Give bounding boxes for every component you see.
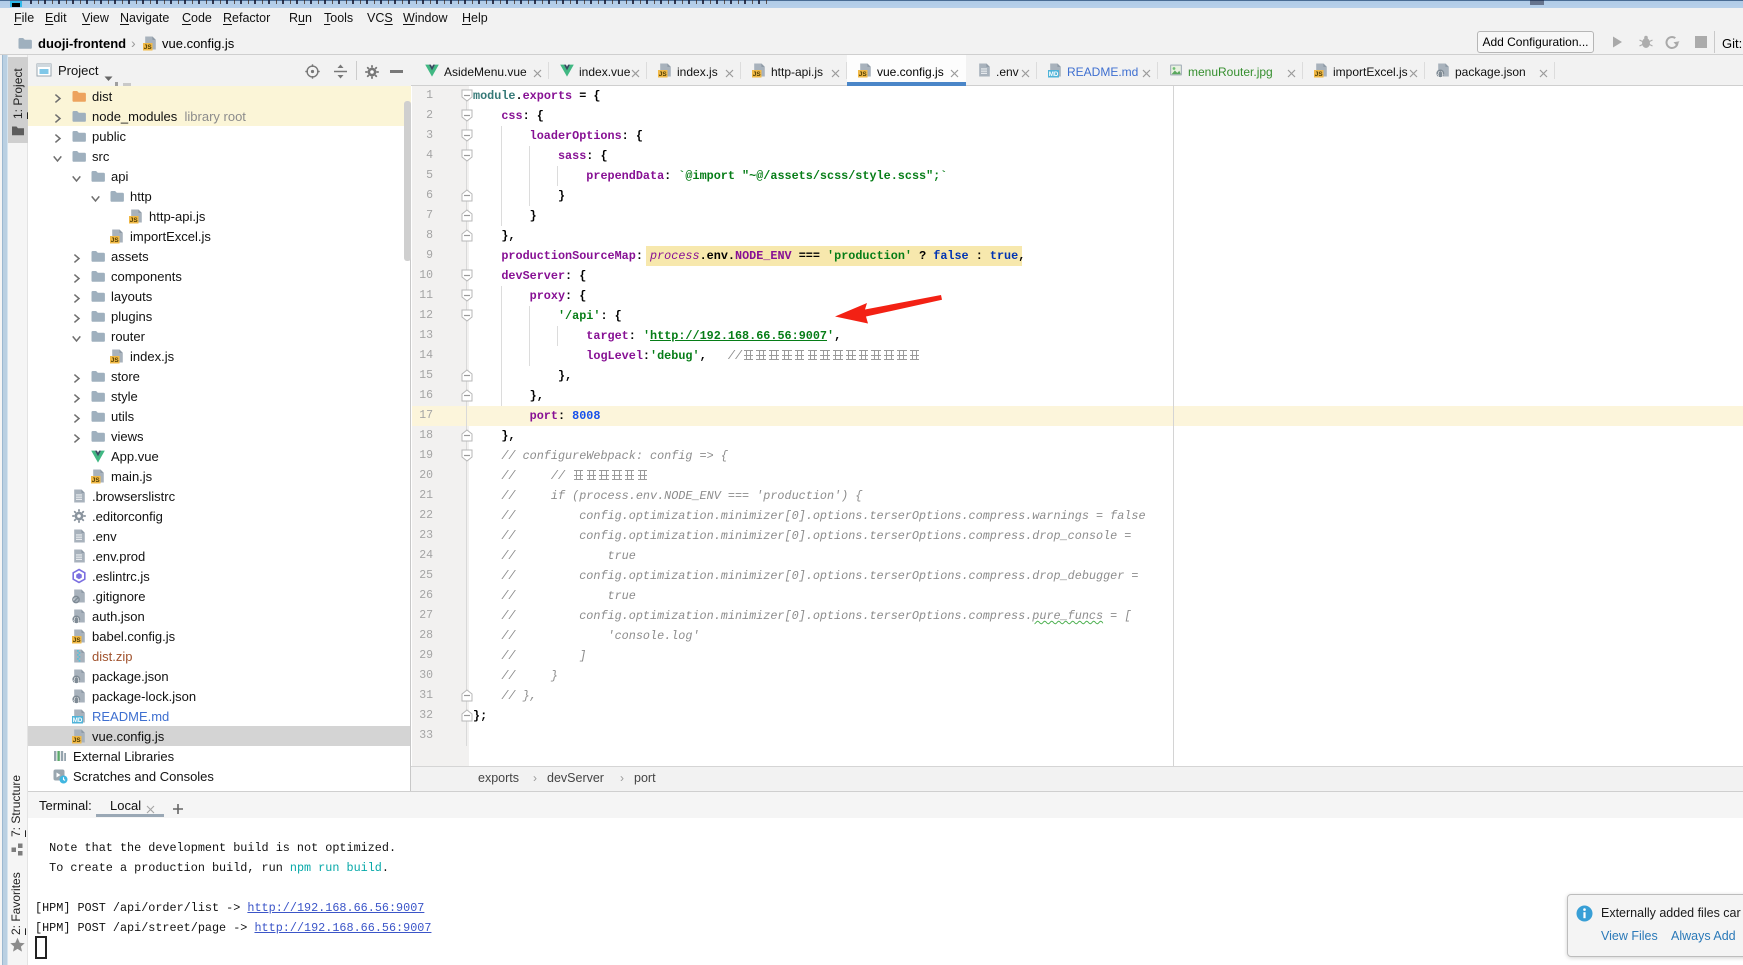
svg-text:JS: JS [659, 71, 668, 78]
svg-text:JS: JS [753, 71, 762, 78]
svg-text:JS: JS [130, 217, 139, 224]
svg-text:JS: JS [111, 357, 120, 364]
svg-text:{}: {} [72, 677, 80, 684]
svg-text:JS: JS [92, 477, 101, 484]
svg-text:JS: JS [73, 737, 82, 744]
svg-text:MD: MD [1049, 71, 1059, 78]
svg-text:JS: JS [144, 44, 153, 51]
svg-text:{}: {} [72, 617, 80, 624]
svg-text:{}: {} [1436, 71, 1444, 78]
svg-text:{}: {} [72, 697, 80, 704]
svg-text:JS: JS [1315, 71, 1324, 78]
svg-text:MD: MD [73, 717, 83, 724]
svg-text:JS: JS [111, 237, 120, 244]
svg-text:JS: JS [859, 71, 868, 78]
svg-text:JS: JS [73, 637, 82, 644]
